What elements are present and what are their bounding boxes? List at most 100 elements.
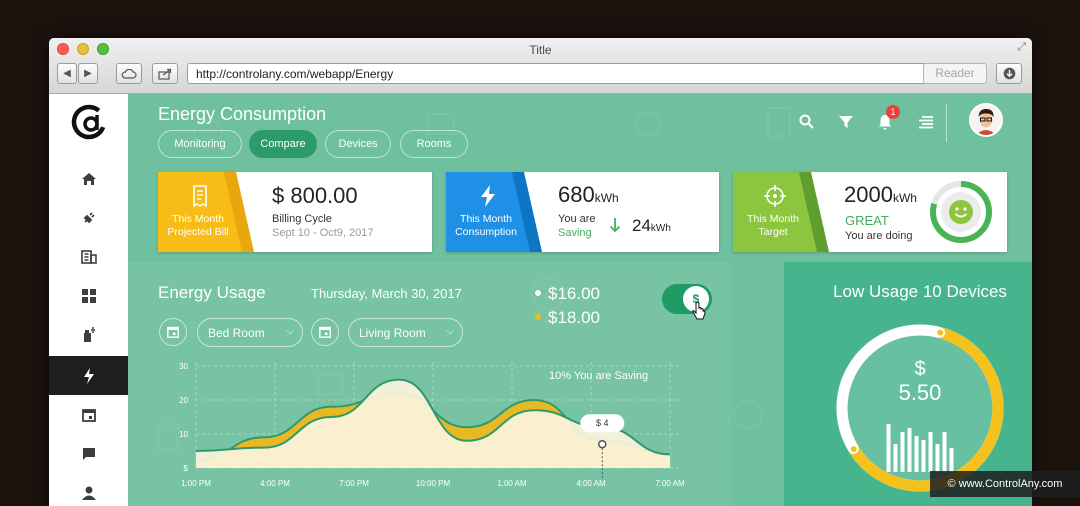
consumption-card: This Month Consumption 680 kWh You are Sav… <box>446 172 719 252</box>
main-content: Energy Consumption Monitoring Compare De… <box>128 94 1032 506</box>
device-bar <box>893 444 898 472</box>
room-select-1-value: Bed Room <box>208 326 265 340</box>
chevron-down-icon: ⌵ <box>286 326 294 337</box>
y-tick-label: 20 <box>179 396 188 405</box>
sidebar-item-home[interactable] <box>49 159 128 198</box>
y-tick-label: 30 <box>179 362 188 371</box>
target-subtitle: You are doing <box>845 230 913 242</box>
receipt-icon <box>193 185 207 208</box>
download-icon <box>1003 67 1015 80</box>
x-tick-label: 1:00 PM <box>181 479 211 488</box>
target-card-tab: This Month Target <box>733 172 823 252</box>
menu-icon[interactable] <box>917 113 935 131</box>
title-bar: Title ⤢ ◀ ▶ http://controlany.com/webapp… <box>49 38 1032 94</box>
tab-devices[interactable]: Devices <box>325 130 391 158</box>
sidebar-item-cleaning[interactable] <box>49 315 128 354</box>
filter-icon[interactable] <box>837 113 855 131</box>
sidebar-item-calendar[interactable] <box>49 395 128 434</box>
grid-icon <box>81 288 96 303</box>
search-icon[interactable] <box>798 113 816 131</box>
legend-dot-yellow <box>535 313 541 320</box>
share-button[interactable] <box>152 63 178 84</box>
download-button[interactable] <box>996 63 1022 84</box>
device-bar <box>907 428 912 472</box>
consumption-tab-line1: This Month <box>460 213 512 225</box>
calendar-button-room2[interactable] <box>311 318 339 346</box>
device-bar <box>921 440 926 472</box>
x-tick-label: 7:00 AM <box>655 479 685 488</box>
device-bar <box>942 432 947 472</box>
x-tick-label: 10:00 PM <box>416 479 451 488</box>
device-bar <box>914 436 919 472</box>
reader-button[interactable]: Reader <box>923 63 987 84</box>
sidebar <box>49 94 128 506</box>
target-status: GREAT <box>845 213 889 228</box>
back-button[interactable]: ◀ <box>57 63 77 84</box>
tab-compare[interactable]: Compare <box>249 130 317 158</box>
price-row-1: $16.00 <box>535 284 600 304</box>
device-bar <box>935 444 940 472</box>
target-icon <box>764 185 786 207</box>
calendar-icon <box>81 408 96 422</box>
share-icon <box>158 68 172 80</box>
saving-value: 24 <box>632 216 651 235</box>
room-select-2-value: Living Room <box>359 326 426 340</box>
consumption-tab-line2: Consumption <box>455 226 517 238</box>
saving-status: Saving <box>558 227 592 239</box>
sidebar-item-dashboard[interactable] <box>49 276 128 315</box>
saving-label: You are <box>558 213 596 225</box>
bill-tab-line1: This Month <box>172 213 224 225</box>
projected-bill-card: This Month Projected Bill $ 800.00 Billin… <box>158 172 432 252</box>
user-icon <box>81 486 96 500</box>
price-1: $16.00 <box>548 284 600 303</box>
fullscreen-icon[interactable]: ⤢ <box>1017 41 1026 54</box>
target-tab-line2: Target <box>758 226 788 238</box>
sidebar-item-messages[interactable] <box>49 434 128 473</box>
billing-cycle-label: Billing Cycle <box>272 213 332 225</box>
calendar-button-room1[interactable] <box>159 318 187 346</box>
chevron-down-icon: ⌵ <box>446 326 454 337</box>
avatar[interactable] <box>969 103 1003 137</box>
target-unit: kWh <box>892 191 917 205</box>
sidebar-item-building[interactable] <box>49 237 128 276</box>
cloud-button[interactable] <box>116 63 142 84</box>
page-title: Energy Consumption <box>158 104 327 124</box>
consumption-card-tab: This Month Consumption <box>446 172 536 252</box>
tooltip-point <box>598 439 607 449</box>
watermark: © www.ControlAny.com <box>930 471 1080 497</box>
target-progress-ring <box>930 181 992 243</box>
url-bar[interactable]: http://controlany.com/webapp/Energy <box>187 63 978 84</box>
low-usage-panel: Low Usage 10 Devices $ 5.50 <box>784 262 1032 506</box>
sidebar-item-profile[interactable] <box>49 473 128 506</box>
window-title: Title <box>529 43 552 57</box>
forward-button[interactable]: ▶ <box>78 63 98 84</box>
tooltip-label: $ 4 <box>596 418 609 428</box>
sidebar-item-plug[interactable] <box>49 198 128 237</box>
tab-monitoring[interactable]: Monitoring <box>158 130 242 158</box>
saving-unit: kWh <box>650 223 671 234</box>
device-bar <box>900 432 905 472</box>
pointer-cursor-icon <box>692 302 706 320</box>
room-select-1[interactable]: Bed Room ⌵ <box>197 318 303 347</box>
x-tick-label: 1:00 AM <box>497 479 527 488</box>
consumption-value: 680 <box>558 182 595 207</box>
y-tick-label: $ <box>184 464 189 473</box>
legend-dot-white <box>535 289 541 296</box>
room-select-2[interactable]: Living Room ⌵ <box>348 318 463 347</box>
plug-icon <box>83 211 95 223</box>
target-tab-line1: This Month <box>747 213 799 225</box>
calendar-icon <box>167 326 179 338</box>
price-2: $18.00 <box>548 308 600 327</box>
smiley-icon <box>949 200 973 224</box>
logo <box>71 104 107 140</box>
user-avatar-icon <box>976 109 996 135</box>
building-icon <box>80 249 97 264</box>
low-usage-ring <box>836 324 1004 492</box>
header-divider <box>946 104 947 142</box>
cloud-icon <box>121 68 137 79</box>
lightning-icon <box>83 367 94 384</box>
x-tick-label: 4:00 AM <box>576 479 606 488</box>
arrow-down-icon <box>609 218 621 233</box>
tab-rooms[interactable]: Rooms <box>400 130 468 158</box>
sidebar-item-energy[interactable] <box>49 356 128 395</box>
